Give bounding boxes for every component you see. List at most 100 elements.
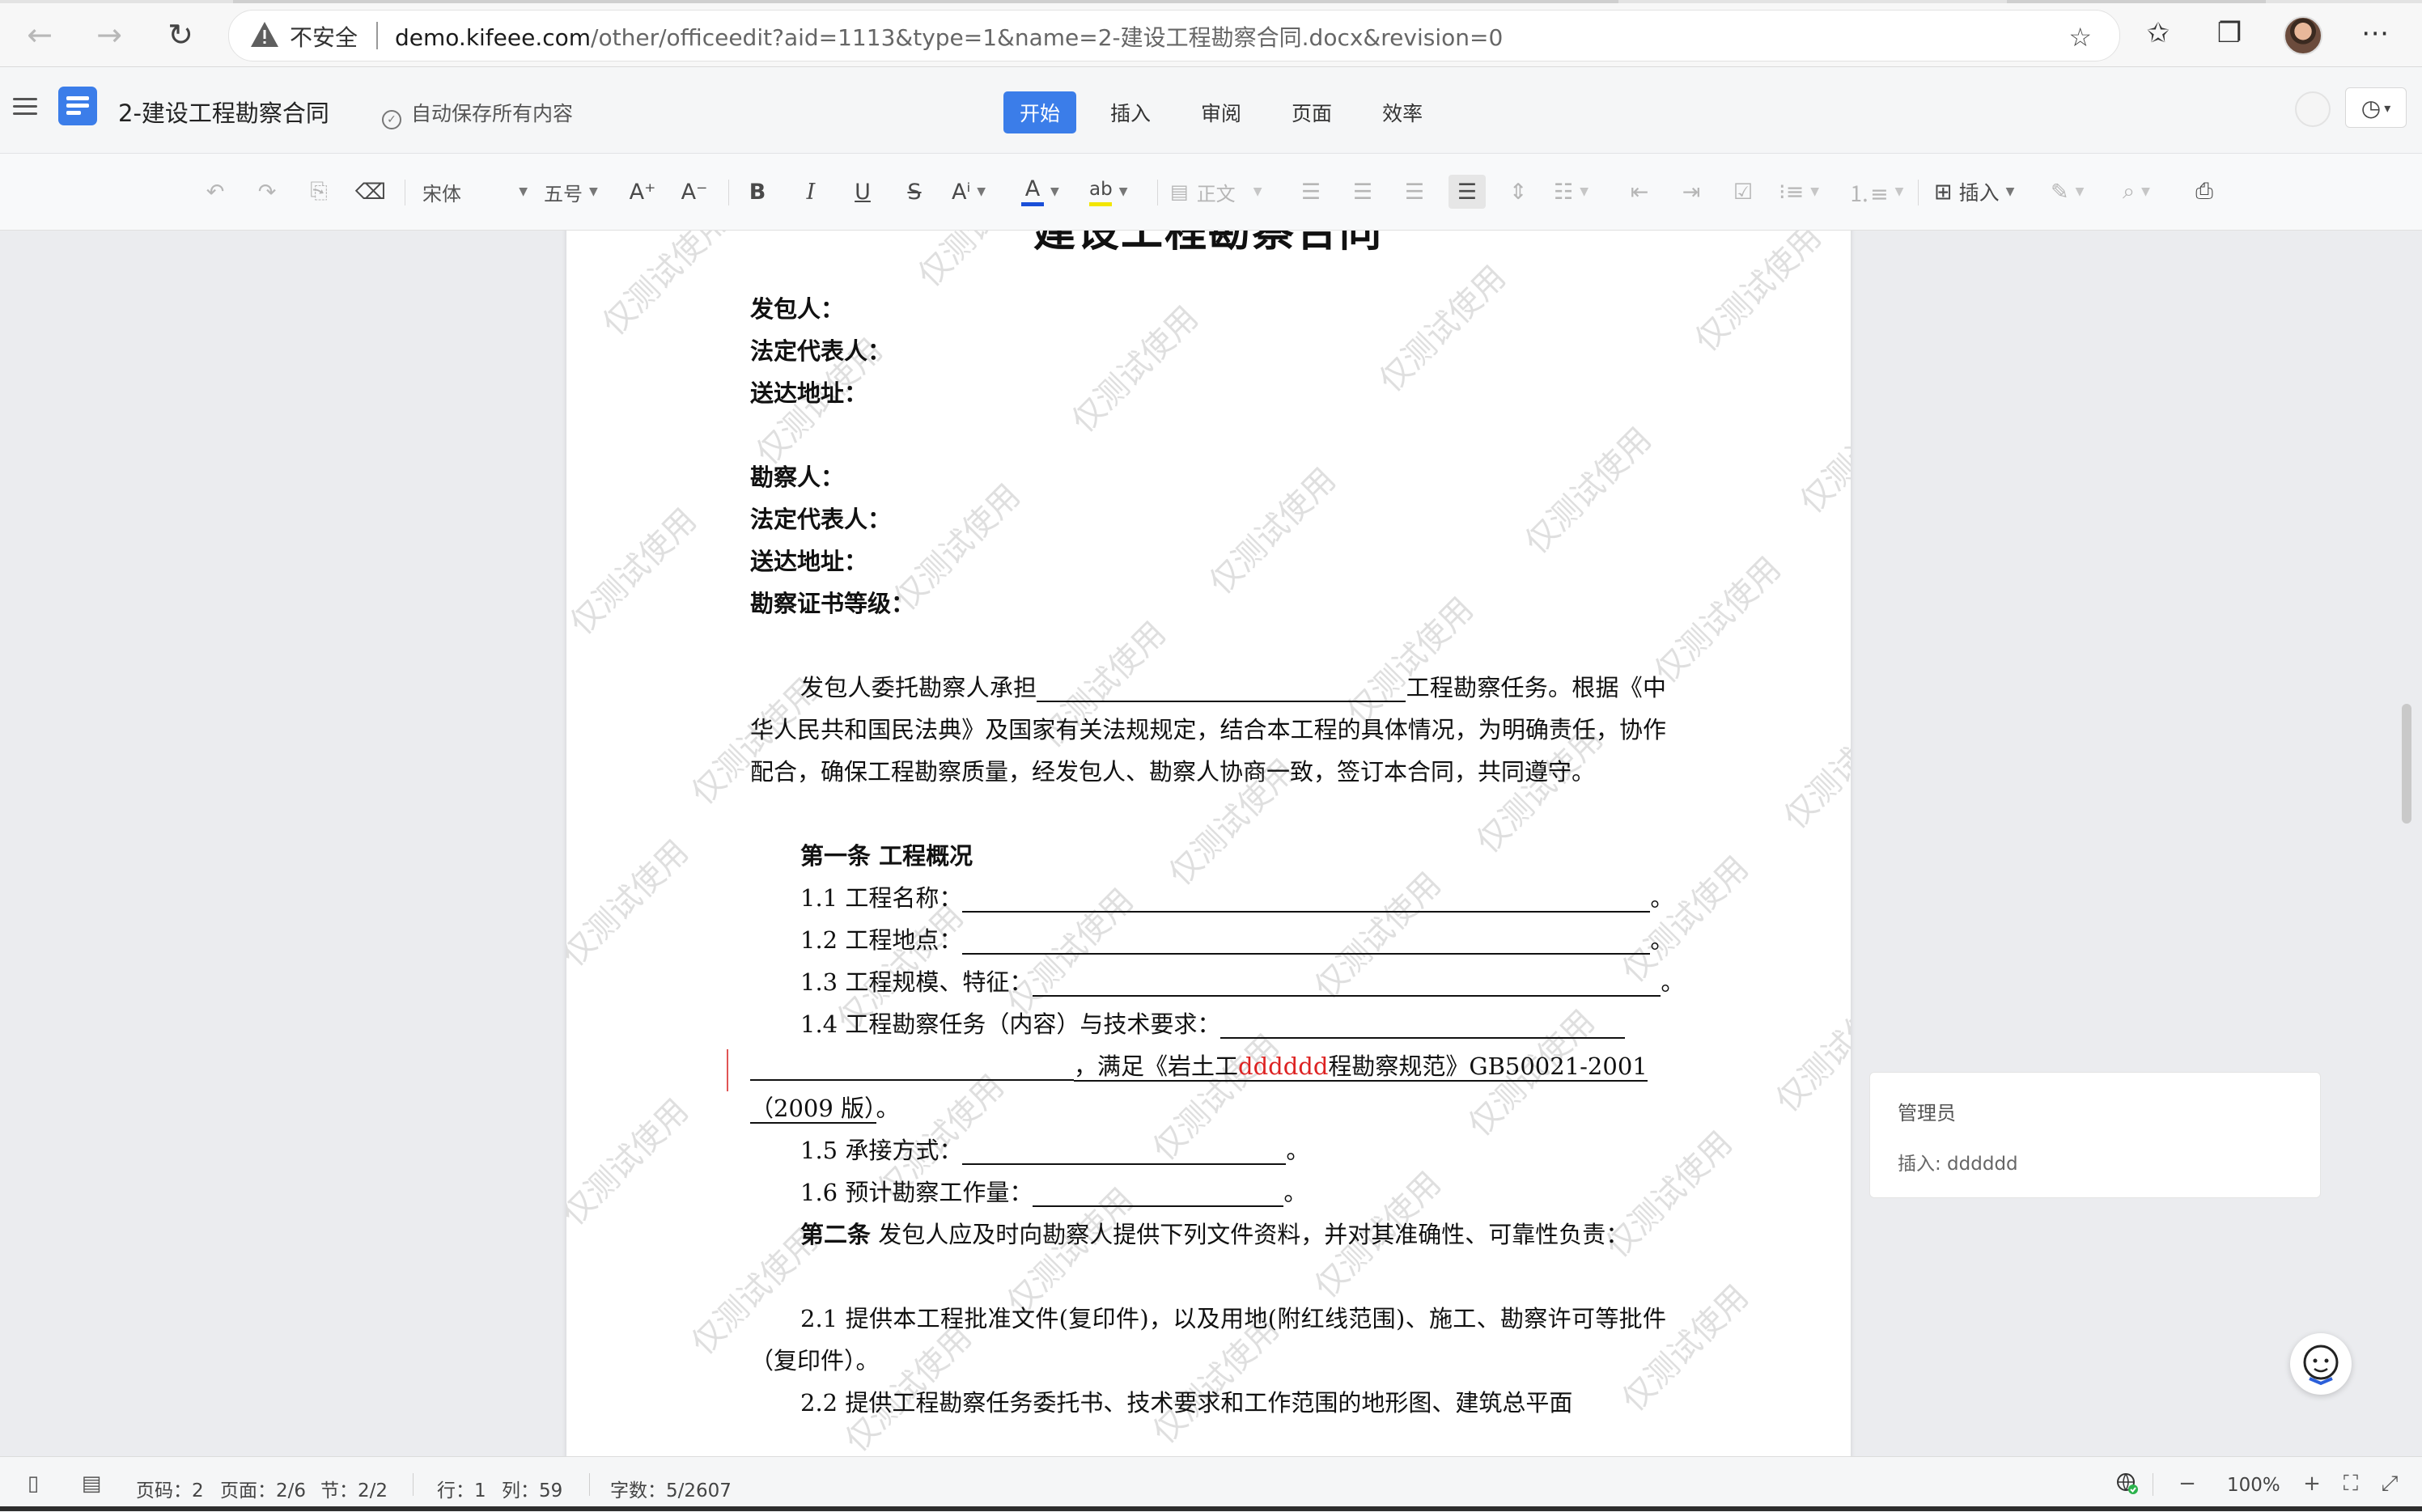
decrease-font-button[interactable]: A⁻ xyxy=(678,175,710,209)
underline-button[interactable]: U xyxy=(846,175,879,209)
chevron-down-icon: ▼ xyxy=(1118,185,1128,198)
justify-button[interactable]: ☰ xyxy=(1449,175,1486,209)
language-icon[interactable] xyxy=(2114,1470,2141,1497)
blank-underline[interactable] xyxy=(962,1134,1287,1165)
tab-insert[interactable]: 插入 xyxy=(1094,91,1167,133)
wrench-icon: ✎ xyxy=(2051,179,2069,205)
line-spacing-button[interactable]: ⇕ xyxy=(1502,175,1534,209)
outline-view-icon[interactable]: ▤ xyxy=(78,1470,105,1497)
tab-page[interactable]: 页面 xyxy=(1275,91,1348,133)
party-b-label: 勘察人： xyxy=(750,464,845,491)
zoom-out-button[interactable]: − xyxy=(2174,1470,2201,1497)
blank-underline[interactable] xyxy=(1033,1176,1284,1207)
format-painter-icon: ⎘ xyxy=(310,179,328,204)
item-1-2: 1.2 工程地点： 。 xyxy=(800,919,1673,961)
font-size-select[interactable]: 五号 ▼ xyxy=(544,175,598,209)
undo-icon: ↶ xyxy=(206,179,225,205)
find-button[interactable]: ⌕ ▼ xyxy=(2120,175,2153,209)
align-center-button[interactable]: ☰ xyxy=(1347,175,1379,209)
decrease-indent-button[interactable]: ⇤ xyxy=(1623,175,1656,209)
item-1-4-text-b: 程勘察规范》GB50021-2001 xyxy=(1328,1052,1648,1080)
tab-efficiency[interactable]: 效率 xyxy=(1366,91,1439,133)
section-indicator: 节：2/2 xyxy=(320,1480,388,1501)
insert-menu-button[interactable]: ⊞ 插入 ▼ xyxy=(1934,175,2014,209)
period: 。 xyxy=(1283,1179,1308,1206)
bullet-list-button[interactable]: ⁝≡ ▼ xyxy=(1779,175,1819,209)
justify-icon: ☰ xyxy=(1457,179,1478,205)
undo-button[interactable]: ↶ xyxy=(199,175,231,209)
favorites-icon[interactable]: ✩ xyxy=(2140,15,2177,52)
fit-page-icon[interactable]: ⛶ xyxy=(2337,1470,2365,1497)
blank-underline[interactable] xyxy=(1037,671,1406,702)
watermark-text: 仅测试使用 xyxy=(1517,420,1659,561)
chevron-down-icon: ▼ xyxy=(1894,185,1904,198)
formatting-toolbar: ↶ ↷ ⎘ ⌫ 宋体 ▼ 五号 ▼ A⁺ A⁻ B I U S Aⁱ ▼ A ▼ ab ▼… xyxy=(0,154,2422,231)
highlight-button[interactable]: ab ▼ xyxy=(1089,175,1127,209)
taskbar-strip xyxy=(0,1506,2422,1511)
italic-button[interactable]: I xyxy=(795,175,827,209)
print-button[interactable]: ⎙ xyxy=(2188,175,2221,209)
text-effect-button[interactable]: Aⁱ ▼ xyxy=(952,175,986,209)
zoom-in-button[interactable]: + xyxy=(2298,1470,2326,1497)
party-a-rep-label: 法定代表人： xyxy=(750,337,892,365)
comment-text: 插入: dddddd xyxy=(1898,1154,2018,1175)
clear-format-button[interactable]: ⌫ xyxy=(354,175,387,209)
tab-review[interactable]: 审阅 xyxy=(1185,91,1258,133)
menu-icon[interactable] xyxy=(13,98,37,116)
warning-icon xyxy=(251,22,278,47)
more-options-icon[interactable]: ⋯ xyxy=(2356,15,2394,52)
increase-indent-button[interactable]: ⇥ xyxy=(1675,175,1707,209)
assistant-mascot-icon[interactable] xyxy=(2290,1333,2352,1395)
url-path: /other/officeedit?aid=1113&type=1&name=2… xyxy=(591,24,1504,51)
add-favorite-icon[interactable]: ☆ xyxy=(2068,22,2092,53)
watermark-text: 仅测试使用 xyxy=(1768,978,1851,1120)
profile-avatar[interactable] xyxy=(2284,16,2322,55)
check-circle-icon: ✓ xyxy=(382,110,401,129)
chevron-down-icon: ▾ xyxy=(2384,100,2391,116)
address-bar[interactable]: 不安全 demo.kifeee.com/other/officeedit?aid… xyxy=(228,10,2120,61)
forward-button[interactable]: → xyxy=(89,15,129,55)
vertical-scrollbar[interactable] xyxy=(2402,704,2411,824)
fullscreen-icon[interactable]: ⤢ xyxy=(2376,1470,2403,1497)
font-family-select[interactable]: 宋体 ▼ xyxy=(422,175,528,209)
revision-comment-card[interactable]: 管理员 插入: dddddd xyxy=(1869,1072,2321,1198)
format-painter-button[interactable]: ⎘ xyxy=(303,175,335,209)
increase-font-button[interactable]: A⁺ xyxy=(626,175,659,209)
blank-underline[interactable] xyxy=(1033,966,1661,997)
blank-underline[interactable] xyxy=(962,924,1651,955)
period: 。 xyxy=(1661,968,1685,996)
numbered-list-button[interactable]: ⒈≡ ▼ xyxy=(1848,175,1903,209)
align-center-icon: ☰ xyxy=(1352,179,1373,205)
page-view-icon[interactable]: ▯ xyxy=(19,1470,47,1497)
checklist-button[interactable]: ☑ xyxy=(1727,175,1759,209)
toolbar-divider xyxy=(1918,180,1919,205)
blank-underline[interactable] xyxy=(1220,1008,1626,1039)
blank-underline[interactable] xyxy=(750,1050,1074,1081)
user-avatar[interactable] xyxy=(2295,91,2331,127)
period: 。 xyxy=(1650,926,1674,954)
document-title[interactable]: 2-建设工程勘察合同 xyxy=(118,95,329,129)
item-1-1: 1.1 工程名称： 。 xyxy=(800,877,1673,919)
strikethrough-button[interactable]: S xyxy=(898,175,931,209)
back-button[interactable]: ← xyxy=(19,15,60,55)
paragraph-style-select[interactable]: ▤ 正文 ▼ xyxy=(1170,175,1262,209)
tools-button[interactable]: ✎ ▼ xyxy=(2051,175,2084,209)
bold-button[interactable]: B xyxy=(741,175,774,209)
indent-icon: ⇥ xyxy=(1682,179,1701,205)
document-page[interactable]: 仅测试使用 仅测试使用 仅测试使用 仅测试使用 仅测试使用 仅测试使用 仅测试使… xyxy=(566,231,1851,1456)
watermark-layer: 仅测试使用 仅测试使用 仅测试使用 仅测试使用 仅测试使用 仅测试使用 仅测试使… xyxy=(566,231,1851,1456)
font-color-button[interactable]: A ▼ xyxy=(1021,175,1059,209)
article-2-paragraph: 第二条 发包人应及时向勘察人提供下列文件资料，并对其准确性、可靠性负责： xyxy=(750,1213,1666,1256)
zoom-level[interactable]: 100% xyxy=(2227,1475,2280,1496)
tab-start[interactable]: 开始 xyxy=(1003,91,1077,133)
align-left-button[interactable]: ☰ xyxy=(1295,175,1327,209)
collections-icon[interactable]: ❐ xyxy=(2211,15,2248,52)
redo-button[interactable]: ↷ xyxy=(251,175,283,209)
paragraph-spacing-button[interactable]: ☷ ▼ xyxy=(1554,175,1589,209)
history-button[interactable]: ◷ ▾ xyxy=(2345,87,2407,128)
highlight-icon: ab xyxy=(1089,178,1113,206)
reload-button[interactable]: ↻ xyxy=(160,15,201,55)
blank-underline[interactable] xyxy=(962,882,1651,913)
inserted-revision-text[interactable]: dddddd xyxy=(1238,1052,1328,1080)
align-right-button[interactable]: ☰ xyxy=(1398,175,1431,209)
